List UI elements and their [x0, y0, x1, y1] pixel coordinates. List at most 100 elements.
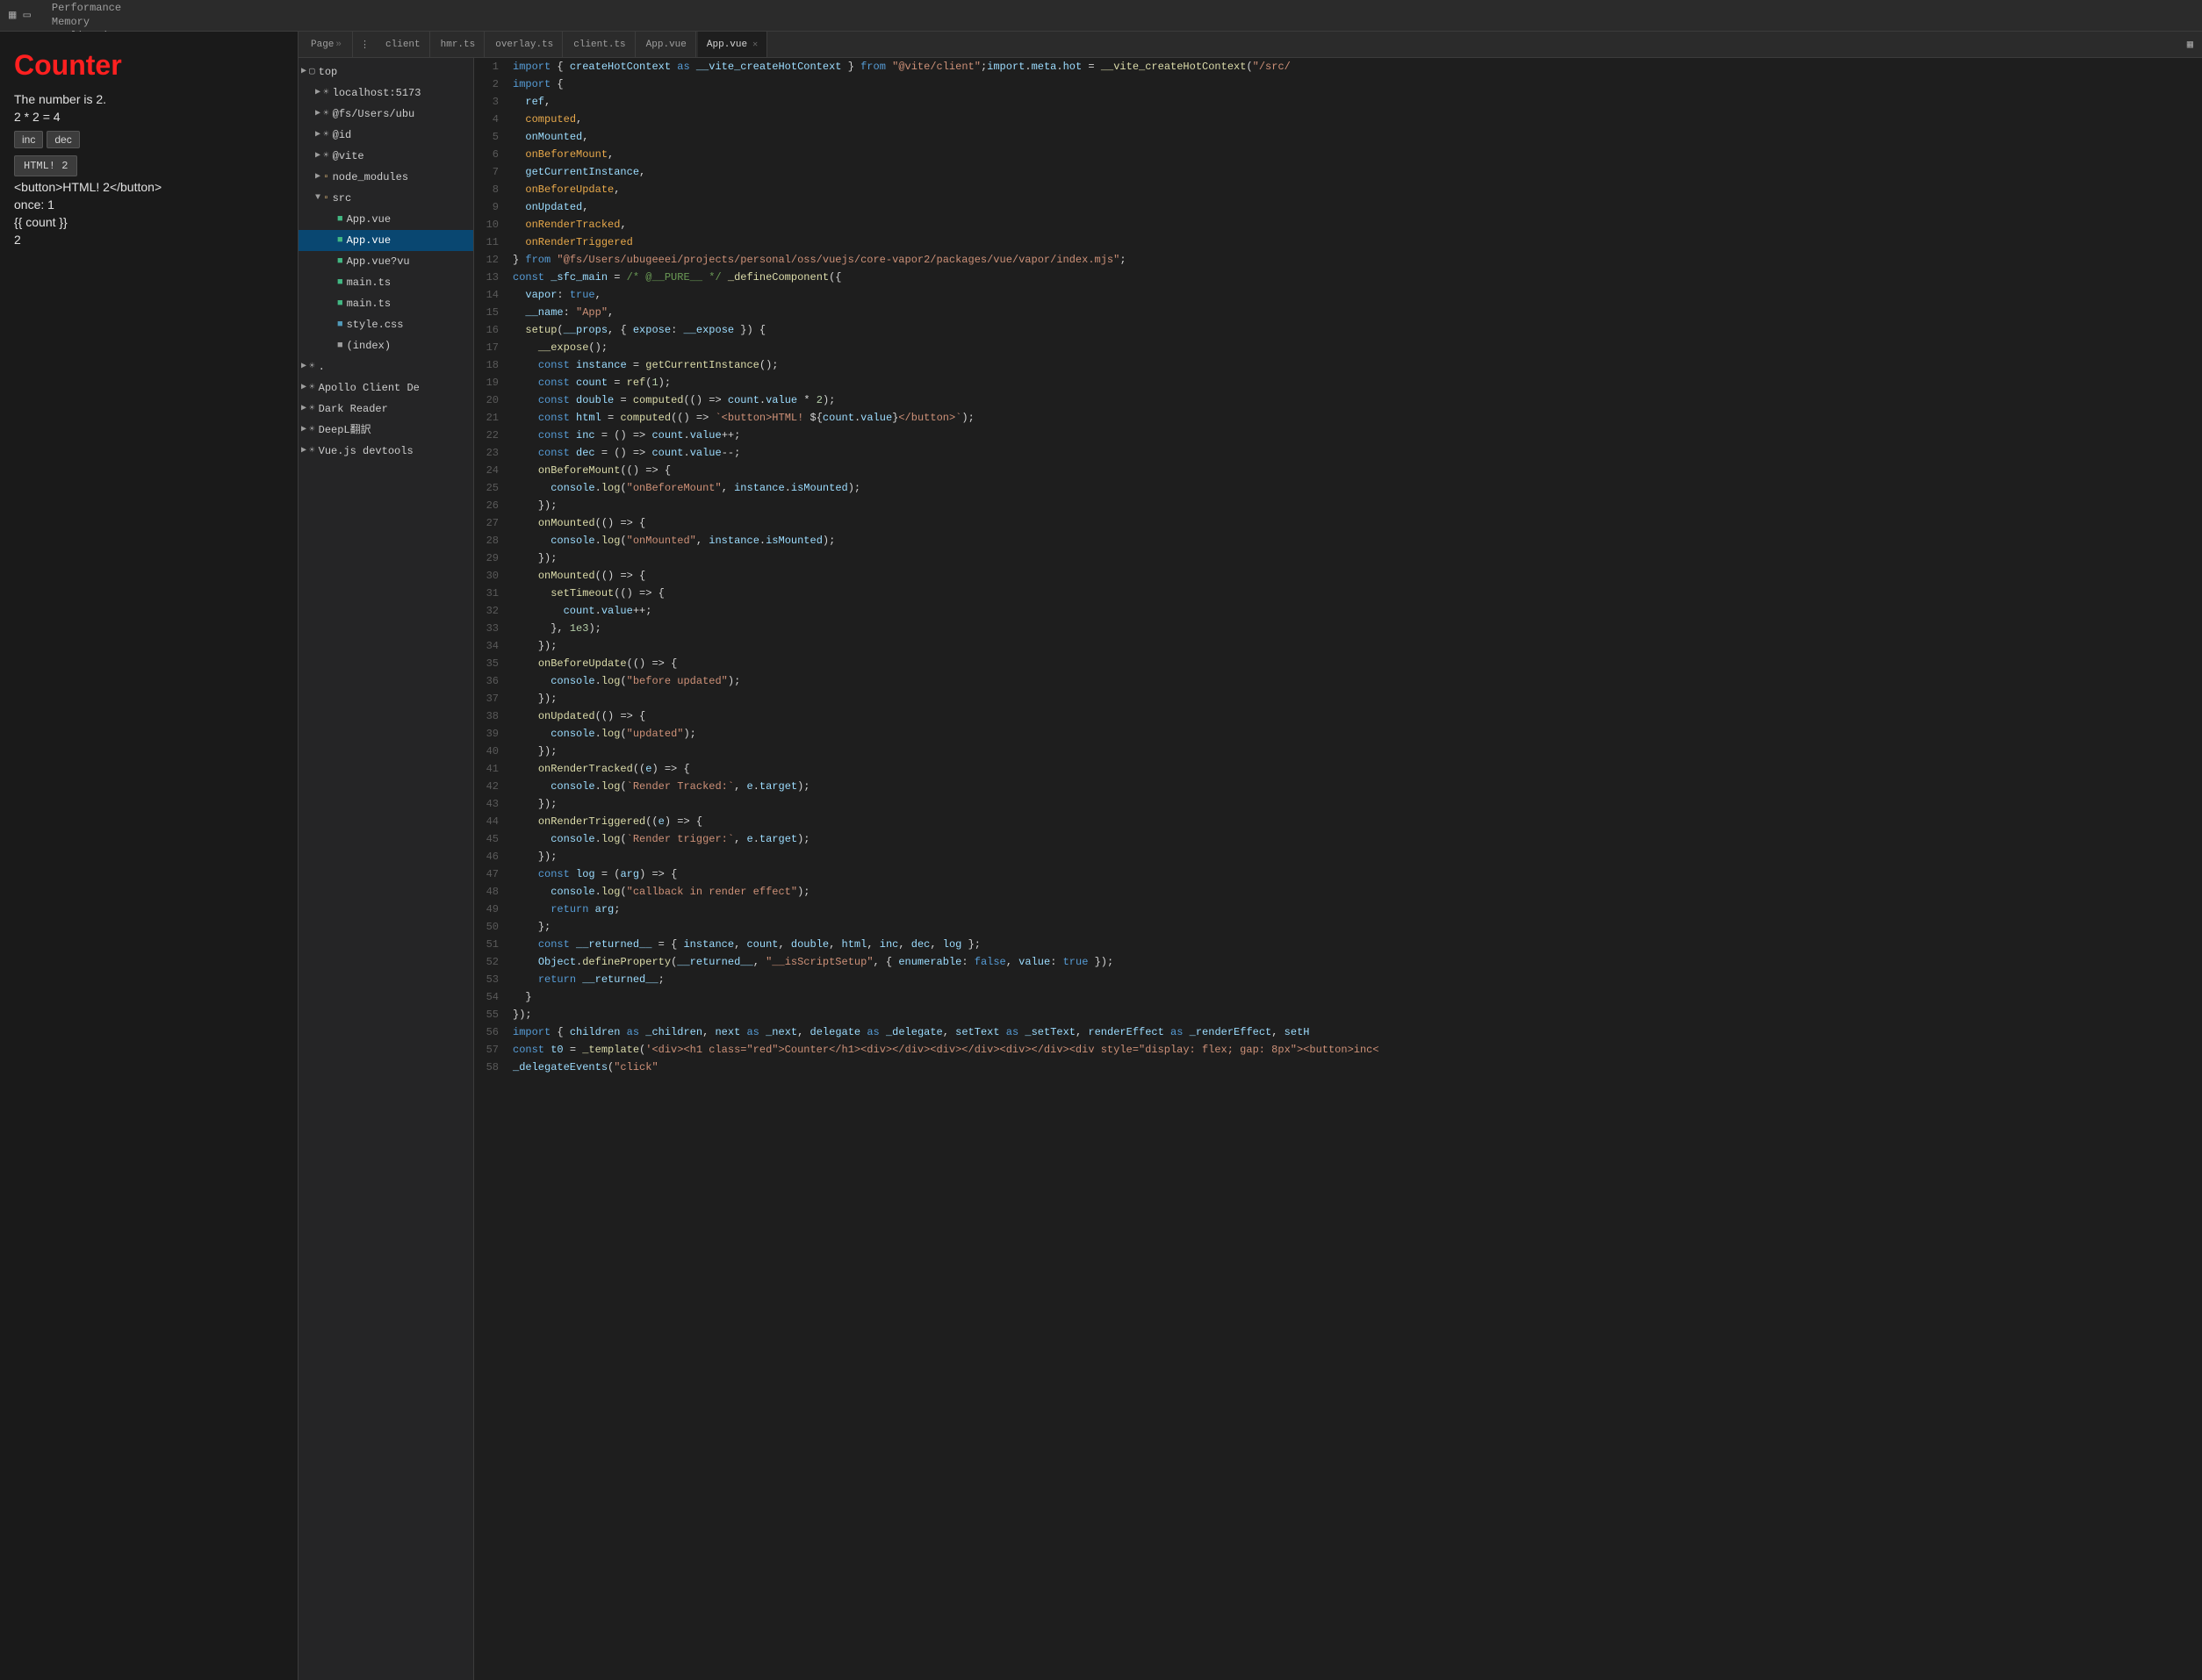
line-content: setTimeout(() => { [506, 585, 2202, 602]
line-content: const double = computed(() => count.valu… [506, 391, 2202, 409]
line-number: 22 [474, 427, 506, 444]
code-line: 54 } [474, 988, 2202, 1006]
tree-item-app-vue-1[interactable]: ■ App.vue [299, 209, 473, 230]
hmr-tab[interactable]: hmr.ts [432, 32, 486, 57]
close-tab-icon[interactable]: ✕ [752, 39, 758, 50]
tree-item-dark-reader[interactable]: ▶ ☀ Dark Reader [299, 398, 473, 420]
code-line: 46 }); [474, 848, 2202, 865]
tree-item-index[interactable]: ■ (index) [299, 335, 473, 356]
line-content: const _sfc_main = /* @__PURE__ */ _defin… [506, 269, 2202, 286]
line-number: 38 [474, 707, 506, 725]
line-number: 2 [474, 75, 506, 93]
tree-item-id[interactable]: ▶ ☀ @id [299, 125, 473, 146]
overlay-tab[interactable]: overlay.ts [486, 32, 563, 57]
tree-item-app-vue-vu[interactable]: ■ App.vue?vu [299, 251, 473, 272]
arrow-icon: ▶ [313, 169, 323, 186]
line-content: }); [506, 637, 2202, 655]
arrow-icon: ▶ [299, 358, 309, 376]
app-vue-2-tab[interactable]: App.vue ✕ [698, 32, 767, 57]
dec-button[interactable]: dec [47, 131, 79, 148]
line-content: __name: "App", [506, 304, 2202, 321]
line-number: 46 [474, 848, 506, 865]
cloud-icon: ☀ [309, 379, 315, 397]
device-icon[interactable]: ▭ [21, 6, 32, 25]
line-number: 8 [474, 181, 506, 198]
line-content: count.value++; [506, 602, 2202, 620]
more-button[interactable]: ⋮ [355, 39, 375, 51]
client-tab[interactable]: client [377, 32, 430, 57]
inc-button[interactable]: inc [14, 131, 43, 148]
line-content: getCurrentInstance, [506, 163, 2202, 181]
client-ts-tab[interactable]: client.ts [565, 32, 635, 57]
code-line: 25 console.log("onBeforeMount", instance… [474, 479, 2202, 497]
tree-item-dot[interactable]: ▶ ☀ . [299, 356, 473, 377]
code-line: 22 const inc = () => count.value++; [474, 427, 2202, 444]
generic-icon: ■ [337, 337, 343, 355]
arrow-icon: ▶ [299, 63, 309, 81]
line-content: const count = ref(1); [506, 374, 2202, 391]
code-line: 40 }); [474, 743, 2202, 760]
split-editor-icon[interactable]: ▦ [2182, 38, 2198, 51]
code-line: 53 return __returned__; [474, 971, 2202, 988]
line-number: 18 [474, 356, 506, 374]
line-content: } from "@fs/Users/ubugeeei/projects/pers… [506, 251, 2202, 269]
line-number: 6 [474, 146, 506, 163]
app-vue-1-tab[interactable]: App.vue [637, 32, 696, 57]
page-tab[interactable]: Page » [302, 32, 353, 57]
code-line: 17 __expose(); [474, 339, 2202, 356]
code-line: 8 onBeforeUpdate, [474, 181, 2202, 198]
line-content: const inc = () => count.value++; [506, 427, 2202, 444]
code-line: 35 onBeforeUpdate(() => { [474, 655, 2202, 672]
line-content: }); [506, 1006, 2202, 1023]
tree-label: src [333, 190, 352, 207]
nav-tab-performance[interactable]: Performance [40, 2, 133, 16]
line-content: onRenderTriggered [506, 233, 2202, 251]
cloud-icon: ☀ [323, 126, 329, 144]
line-content: onMounted(() => { [506, 514, 2202, 532]
line-number: 5 [474, 128, 506, 146]
line-number: 30 [474, 567, 506, 585]
tree-item-vuejs-devtools[interactable]: ▶ ☀ Vue.js devtools [299, 441, 473, 462]
code-editor[interactable]: 1import { createHotContext as __vite_cre… [474, 58, 2202, 1680]
tree-label: @fs/Users/ubu [333, 105, 415, 123]
code-line: 37 }); [474, 690, 2202, 707]
line-content: }); [506, 795, 2202, 813]
text-line-1: The number is 2. [14, 92, 284, 106]
tree-item-style-css[interactable]: ■ style.css [299, 314, 473, 335]
file-tree: ▶ ▢ top ▶ ☀ localhost:5173 ▶ ☀ @fs/Users… [299, 58, 474, 1680]
line-content: const instance = getCurrentInstance(); [506, 356, 2202, 374]
tree-item-main-ts-1[interactable]: ■ main.ts [299, 272, 473, 293]
line-number: 40 [474, 743, 506, 760]
tree-label: node_modules [333, 169, 408, 186]
tree-item-localhost[interactable]: ▶ ☀ localhost:5173 [299, 83, 473, 104]
line-content: const log = (arg) => { [506, 865, 2202, 883]
tree-item-vite[interactable]: ▶ ☀ @vite [299, 146, 473, 167]
tree-item-main-ts-2[interactable]: ■ main.ts [299, 293, 473, 314]
count-value: 2 [14, 233, 284, 247]
line-number: 31 [474, 585, 506, 602]
line-content: console.log("onMounted", instance.isMoun… [506, 532, 2202, 549]
line-number: 16 [474, 321, 506, 339]
line-number: 49 [474, 901, 506, 918]
tree-item-node-modules[interactable]: ▶ ▫ node_modules [299, 167, 473, 188]
nav-tab-memory[interactable]: Memory [40, 16, 133, 30]
sources-content: ▶ ▢ top ▶ ☀ localhost:5173 ▶ ☀ @fs/Users… [299, 58, 2202, 1680]
hmr-label: hmr.ts [441, 39, 476, 50]
line-content: const t0 = _template('<div><h1 class="re… [506, 1041, 2202, 1059]
arrow-icon: ▼ [313, 190, 323, 207]
line-number: 34 [474, 637, 506, 655]
line-number: 7 [474, 163, 506, 181]
line-content: onBeforeUpdate, [506, 181, 2202, 198]
tree-item-app-vue-2[interactable]: ■ App.vue [299, 230, 473, 251]
page-chevron: » [335, 39, 342, 50]
code-line: 6 onBeforeMount, [474, 146, 2202, 163]
tree-item-top[interactable]: ▶ ▢ top [299, 61, 473, 83]
tree-item-deepl[interactable]: ▶ ☀ DeepL翻訳 [299, 420, 473, 441]
code-line: 41 onRenderTracked((e) => { [474, 760, 2202, 778]
inspect-icon[interactable]: ▦ [7, 6, 18, 25]
html-btn[interactable]: HTML! 2 [14, 155, 77, 176]
tree-item-apollo[interactable]: ▶ ☀ Apollo Client De [299, 377, 473, 398]
tree-item-fs[interactable]: ▶ ☀ @fs/Users/ubu [299, 104, 473, 125]
code-line: 47 const log = (arg) => { [474, 865, 2202, 883]
tree-item-src[interactable]: ▼ ▫ src [299, 188, 473, 209]
